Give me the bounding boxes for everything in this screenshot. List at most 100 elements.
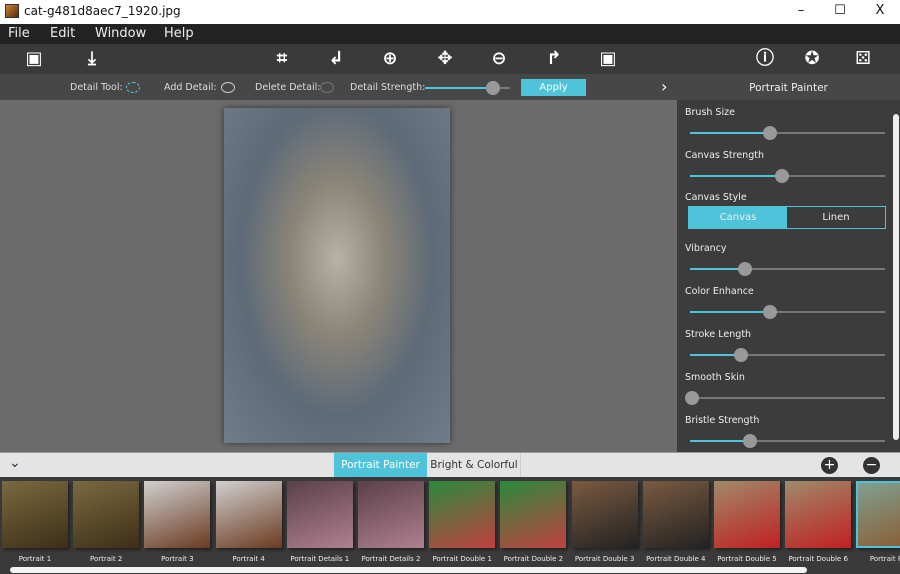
slider-label: Canvas Strength: [685, 150, 764, 161]
setting-slider[interactable]: [684, 391, 885, 405]
preset-label: Portrait 2: [89, 555, 123, 563]
delete-detail-label: Delete Detail:: [255, 82, 321, 93]
preset-thumbnail[interactable]: [286, 481, 353, 548]
panel-scrollbar[interactable]: [893, 114, 899, 440]
slider-fill: [425, 87, 493, 89]
title-bar: cat-g481d8aec7_1920.jpg – ☐ X: [0, 0, 900, 24]
random-icon[interactable]: ⚄: [851, 48, 875, 70]
preset-thumbnail[interactable]: [215, 481, 282, 548]
setting-slider[interactable]: [690, 348, 885, 362]
undo-icon[interactable]: ↲: [324, 48, 348, 70]
preset-thumbnail[interactable]: [856, 481, 900, 548]
menu-bar: File Edit Window Help: [0, 24, 900, 44]
slider-label: Smooth Skin: [685, 372, 745, 383]
pan-icon[interactable]: ✥: [433, 48, 457, 70]
maximize-button[interactable]: ☐: [825, 2, 855, 22]
delete-detail-icon[interactable]: [320, 82, 334, 93]
settings-icon[interactable]: ✪: [800, 48, 824, 70]
slider-fill: [690, 175, 782, 177]
slider-knob[interactable]: [762, 305, 777, 319]
menu-help[interactable]: Help: [164, 26, 194, 41]
slider-fill: [690, 268, 745, 270]
slider-fill: [690, 311, 770, 313]
canvas-style-label: Canvas Style: [685, 192, 747, 203]
toolbar: ▣ ⤓ ⌗ ↲ ⊕ ✥ ⊖ ↱ ▣ ⓘ ✪ ⚄: [0, 44, 900, 74]
settings-panel: Brush Size Canvas Strength Vibrancy Colo…: [677, 100, 900, 452]
add-detail-icon[interactable]: [221, 82, 235, 93]
tab-bright-colorful[interactable]: Bright & Colorful: [428, 453, 521, 477]
slider-label: Bristle Strength: [685, 415, 760, 426]
preset-label: Portrait Pet: [869, 555, 900, 563]
setting-slider[interactable]: [690, 262, 885, 276]
preset-thumbnail[interactable]: [2, 481, 68, 548]
slider-knob[interactable]: [684, 391, 699, 405]
add-preset-button[interactable]: +: [821, 457, 838, 474]
add-detail-label: Add Detail:: [164, 82, 217, 93]
preset-strip: Portrait 1 Portrait 2 Portrait 3 Portrai…: [0, 477, 900, 574]
preset-label: Portrait Double 1: [432, 555, 492, 563]
preset-label: Portrait 3: [161, 555, 194, 563]
slider-knob[interactable]: [774, 169, 789, 183]
info-icon[interactable]: ⓘ: [753, 48, 777, 70]
menu-file[interactable]: File: [8, 26, 30, 41]
detail-tool-icon[interactable]: [126, 82, 140, 93]
minimize-button[interactable]: –: [786, 2, 816, 22]
zoom-out-icon[interactable]: ⊖: [487, 48, 511, 70]
collapse-button[interactable]: ⌄: [9, 455, 21, 471]
window-title: cat-g481d8aec7_1920.jpg: [24, 4, 181, 18]
linen-option[interactable]: Linen: [787, 207, 885, 228]
open-image-icon[interactable]: ▣: [22, 48, 46, 70]
detail-strength-label: Detail Strength:: [350, 82, 426, 93]
setting-slider[interactable]: [690, 434, 885, 448]
preset-label: Portrait 4: [232, 555, 265, 563]
photo-preview[interactable]: [224, 108, 450, 443]
preset-thumbnail[interactable]: [429, 481, 496, 548]
preset-thumbnail[interactable]: [73, 481, 140, 548]
canvas-style-toggle: Canvas Linen: [688, 206, 886, 229]
tab-portrait-painter[interactable]: Portrait Painter: [334, 453, 427, 477]
panel-title: Portrait Painter: [677, 74, 900, 100]
menu-edit[interactable]: Edit: [50, 26, 75, 41]
preset-label: Portrait Double 5: [717, 555, 777, 563]
setting-slider[interactable]: [690, 126, 885, 140]
preset-label: Portrait Double 2: [503, 555, 564, 563]
slider-knob[interactable]: [733, 348, 748, 362]
preset-thumbnail[interactable]: [571, 481, 638, 548]
preset-scrollbar[interactable]: [10, 567, 807, 573]
slider-label: Color Enhance: [685, 286, 754, 297]
canvas-option[interactable]: Canvas: [689, 207, 787, 228]
apply-button[interactable]: Apply: [521, 79, 586, 96]
preset-label: Portrait Details 2: [361, 555, 421, 563]
preset-thumbnail[interactable]: [358, 481, 424, 548]
slider-knob[interactable]: [486, 81, 500, 95]
redo-icon[interactable]: ↱: [542, 48, 566, 70]
zoom-in-icon[interactable]: ⊕: [378, 48, 402, 70]
setting-slider[interactable]: [690, 169, 885, 183]
slider-knob[interactable]: [743, 434, 758, 448]
preset-thumbnail[interactable]: [144, 481, 211, 548]
preset-label: Portrait Double 3: [574, 555, 635, 563]
preset-label: Portrait 1: [18, 555, 52, 563]
slider-fill: [690, 132, 770, 134]
preset-label: Portrait Double 6: [788, 555, 848, 563]
preset-thumbnail[interactable]: [642, 481, 709, 548]
slider-label: Brush Size: [685, 107, 735, 118]
menu-window[interactable]: Window: [95, 26, 146, 41]
preset-label: Portrait Details 1: [290, 555, 350, 563]
crop-icon[interactable]: ⌗: [270, 48, 294, 70]
preset-label: Portrait Double 4: [646, 555, 706, 563]
setting-slider[interactable]: [690, 305, 885, 319]
preset-bar: ⌄ Portrait Painter Bright & Colorful + −: [0, 452, 900, 477]
expand-panel-button[interactable]: ›: [661, 77, 667, 96]
slider-knob[interactable]: [737, 262, 752, 276]
slider-label: Stroke Length: [685, 329, 752, 340]
detail-strength-slider[interactable]: [425, 81, 510, 95]
preset-thumbnail[interactable]: [785, 481, 852, 548]
slider-knob[interactable]: [762, 126, 777, 140]
close-button[interactable]: X: [865, 2, 895, 22]
preset-thumbnail[interactable]: [500, 481, 567, 548]
save-icon[interactable]: ⤓: [80, 48, 104, 70]
preset-thumbnail[interactable]: [714, 481, 780, 548]
compare-icon[interactable]: ▣: [596, 48, 620, 70]
remove-preset-button[interactable]: −: [863, 457, 880, 474]
